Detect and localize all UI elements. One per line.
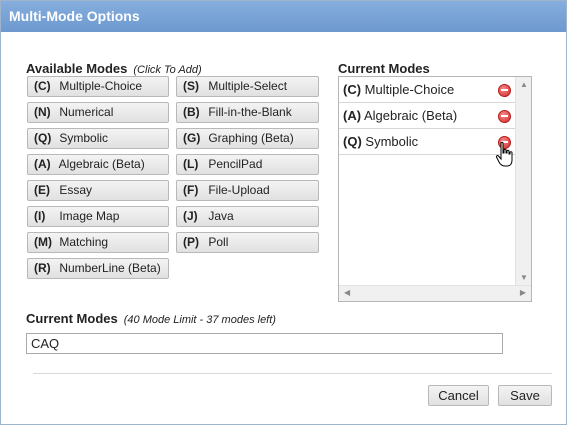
mode-code: (Q)	[343, 134, 362, 149]
mode-code: (G)	[183, 131, 201, 145]
mode-label: Multiple-Choice	[59, 79, 143, 93]
mode-label: Graphing (Beta)	[208, 131, 294, 145]
add-mode-multiple-choice-button[interactable]: (C) Multiple-Choice	[27, 76, 169, 97]
available-modes-heading: Available Modes (Click To Add)	[26, 61, 202, 76]
current-mode-item: (A) Algebraic (Beta)	[339, 103, 515, 129]
cancel-button[interactable]: Cancel	[428, 385, 489, 406]
mode-code: (A)	[34, 157, 51, 171]
current-modes-field-title: Current Modes	[26, 311, 118, 326]
add-mode-pencilpad-button[interactable]: (L) PencilPad	[176, 154, 319, 175]
mode-label: Multiple-Choice	[364, 82, 455, 97]
add-mode-java-button[interactable]: (J) Java	[176, 206, 319, 227]
add-mode-numberline-button[interactable]: (R) NumberLine (Beta)	[27, 258, 169, 279]
vertical-scrollbar[interactable]: ▲ ▼	[515, 77, 531, 286]
current-mode-item: (Q) Symbolic	[339, 129, 515, 155]
mode-code: (Q)	[34, 131, 52, 145]
add-mode-numerical-button[interactable]: (N) Numerical	[27, 102, 169, 123]
scroll-left-icon[interactable]: ◀	[344, 289, 350, 297]
mode-code: (M)	[34, 235, 52, 249]
mode-code: (F)	[183, 183, 199, 197]
available-modes-title: Available Modes	[26, 61, 128, 76]
mode-label: Java	[208, 209, 234, 223]
mode-label: Matching	[59, 235, 109, 249]
remove-circle-icon[interactable]	[498, 84, 511, 97]
current-modes-list[interactable]: (C) Multiple-Choice (A) Algebraic (Beta)…	[338, 76, 532, 302]
add-mode-algebraic-button[interactable]: (A) Algebraic (Beta)	[27, 154, 169, 175]
scroll-right-icon[interactable]: ▶	[520, 289, 526, 297]
mode-code: (R)	[34, 261, 51, 275]
mode-label: NumberLine (Beta)	[59, 261, 161, 275]
mode-label: Algebraic (Beta)	[58, 157, 145, 171]
mode-label: Symbolic	[59, 131, 109, 145]
mode-label: Image Map	[59, 209, 120, 223]
add-mode-file-upload-button[interactable]: (F) File-Upload	[176, 180, 319, 201]
save-button[interactable]: Save	[498, 385, 552, 406]
mode-code: (P)	[183, 235, 199, 249]
available-modes-note: (Click To Add)	[133, 64, 202, 76]
current-modes-list-heading: Current Modes	[338, 61, 430, 76]
add-mode-symbolic-button[interactable]: (Q) Symbolic	[27, 128, 169, 149]
mode-code: (S)	[183, 79, 199, 93]
add-mode-multiple-select-button[interactable]: (S) Multiple-Select	[176, 76, 319, 97]
scroll-down-icon[interactable]: ▼	[520, 274, 528, 282]
mode-code: (A)	[343, 108, 362, 123]
divider	[33, 373, 552, 374]
scroll-up-icon[interactable]: ▲	[520, 81, 528, 89]
mode-code: (N)	[34, 105, 51, 119]
current-modes-field-heading: Current Modes (40 Mode Limit - 37 modes l…	[26, 311, 276, 326]
remove-circle-icon[interactable]	[498, 136, 511, 149]
mode-label: PencilPad	[208, 157, 263, 171]
mode-label: Algebraic (Beta)	[363, 108, 458, 123]
mode-label: Essay	[59, 183, 93, 197]
mode-label: Multiple-Select	[208, 79, 288, 93]
add-mode-matching-button[interactable]: (M) Matching	[27, 232, 169, 253]
current-modes-input[interactable]	[26, 333, 503, 354]
mode-code: (C)	[343, 82, 362, 97]
current-mode-item: (C) Multiple-Choice	[339, 77, 515, 103]
mode-label: Numerical	[59, 105, 114, 119]
add-mode-graphing-button[interactable]: (G) Graphing (Beta)	[176, 128, 319, 149]
multi-mode-dialog: Multi-Mode Options Available Modes (Click…	[0, 0, 567, 425]
add-mode-image-map-button[interactable]: (I) Image Map	[27, 206, 169, 227]
mode-label: Fill-in-the-Blank	[208, 105, 292, 119]
add-mode-fill-in-the-blank-button[interactable]: (B) Fill-in-the-Blank	[176, 102, 319, 123]
dialog-title: Multi-Mode Options	[1, 1, 566, 32]
mode-code: (C)	[34, 79, 51, 93]
mode-code: (J)	[183, 209, 198, 223]
mode-label: Poll	[208, 235, 229, 249]
remove-circle-icon[interactable]	[498, 110, 511, 123]
mode-code: (E)	[34, 183, 50, 197]
mode-code: (L)	[183, 157, 199, 171]
mode-code: (I)	[34, 209, 46, 223]
mode-label: File-Upload	[208, 183, 270, 197]
horizontal-scrollbar[interactable]: ◀ ▶	[339, 285, 531, 301]
add-mode-essay-button[interactable]: (E) Essay	[27, 180, 169, 201]
mode-limit-note: (40 Mode Limit - 37 modes left)	[123, 314, 276, 326]
add-mode-poll-button[interactable]: (P) Poll	[176, 232, 319, 253]
mode-label: Symbolic	[365, 134, 419, 149]
mode-code: (B)	[183, 105, 200, 119]
